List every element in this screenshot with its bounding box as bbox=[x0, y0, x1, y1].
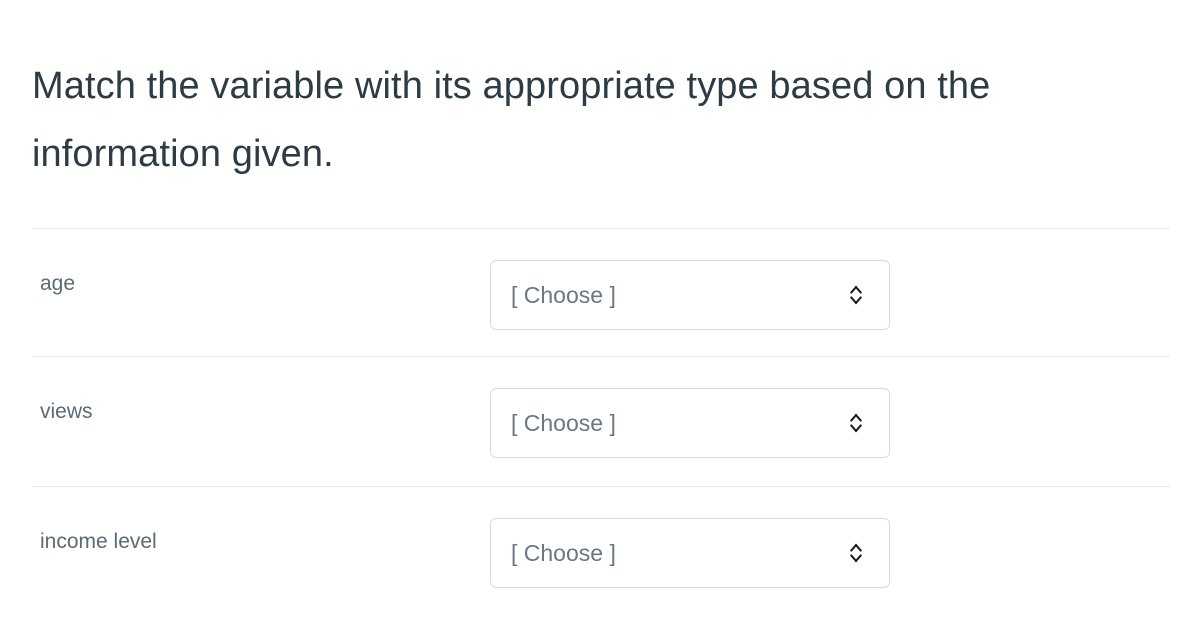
updown-chevron-icon bbox=[845, 540, 867, 566]
question-prompt: Match the variable with its appropriate … bbox=[32, 65, 1002, 175]
match-select-value: [ Choose ] bbox=[511, 540, 616, 566]
updown-chevron-icon bbox=[845, 410, 867, 436]
match-select-value: [ Choose ] bbox=[511, 282, 616, 308]
match-row-label-income-level: income level bbox=[40, 530, 157, 553]
match-row: age [ Choose ] bbox=[0, 228, 1200, 356]
match-row-label-age: age bbox=[40, 272, 76, 295]
updown-chevron-icon bbox=[845, 282, 867, 308]
match-select-views[interactable]: [ Choose ] bbox=[490, 388, 890, 458]
match-row: views [ Choose ] bbox=[0, 356, 1200, 484]
match-select-age[interactable]: [ Choose ] bbox=[490, 260, 890, 330]
match-select-income-level[interactable]: [ Choose ] bbox=[490, 518, 890, 588]
match-select-value: [ Choose ] bbox=[511, 410, 616, 436]
match-row: income level [ Choose ] bbox=[0, 486, 1200, 614]
quiz-question-page: Match the variable with its appropriate … bbox=[0, 0, 1200, 642]
match-row-label-views: views bbox=[40, 400, 93, 423]
